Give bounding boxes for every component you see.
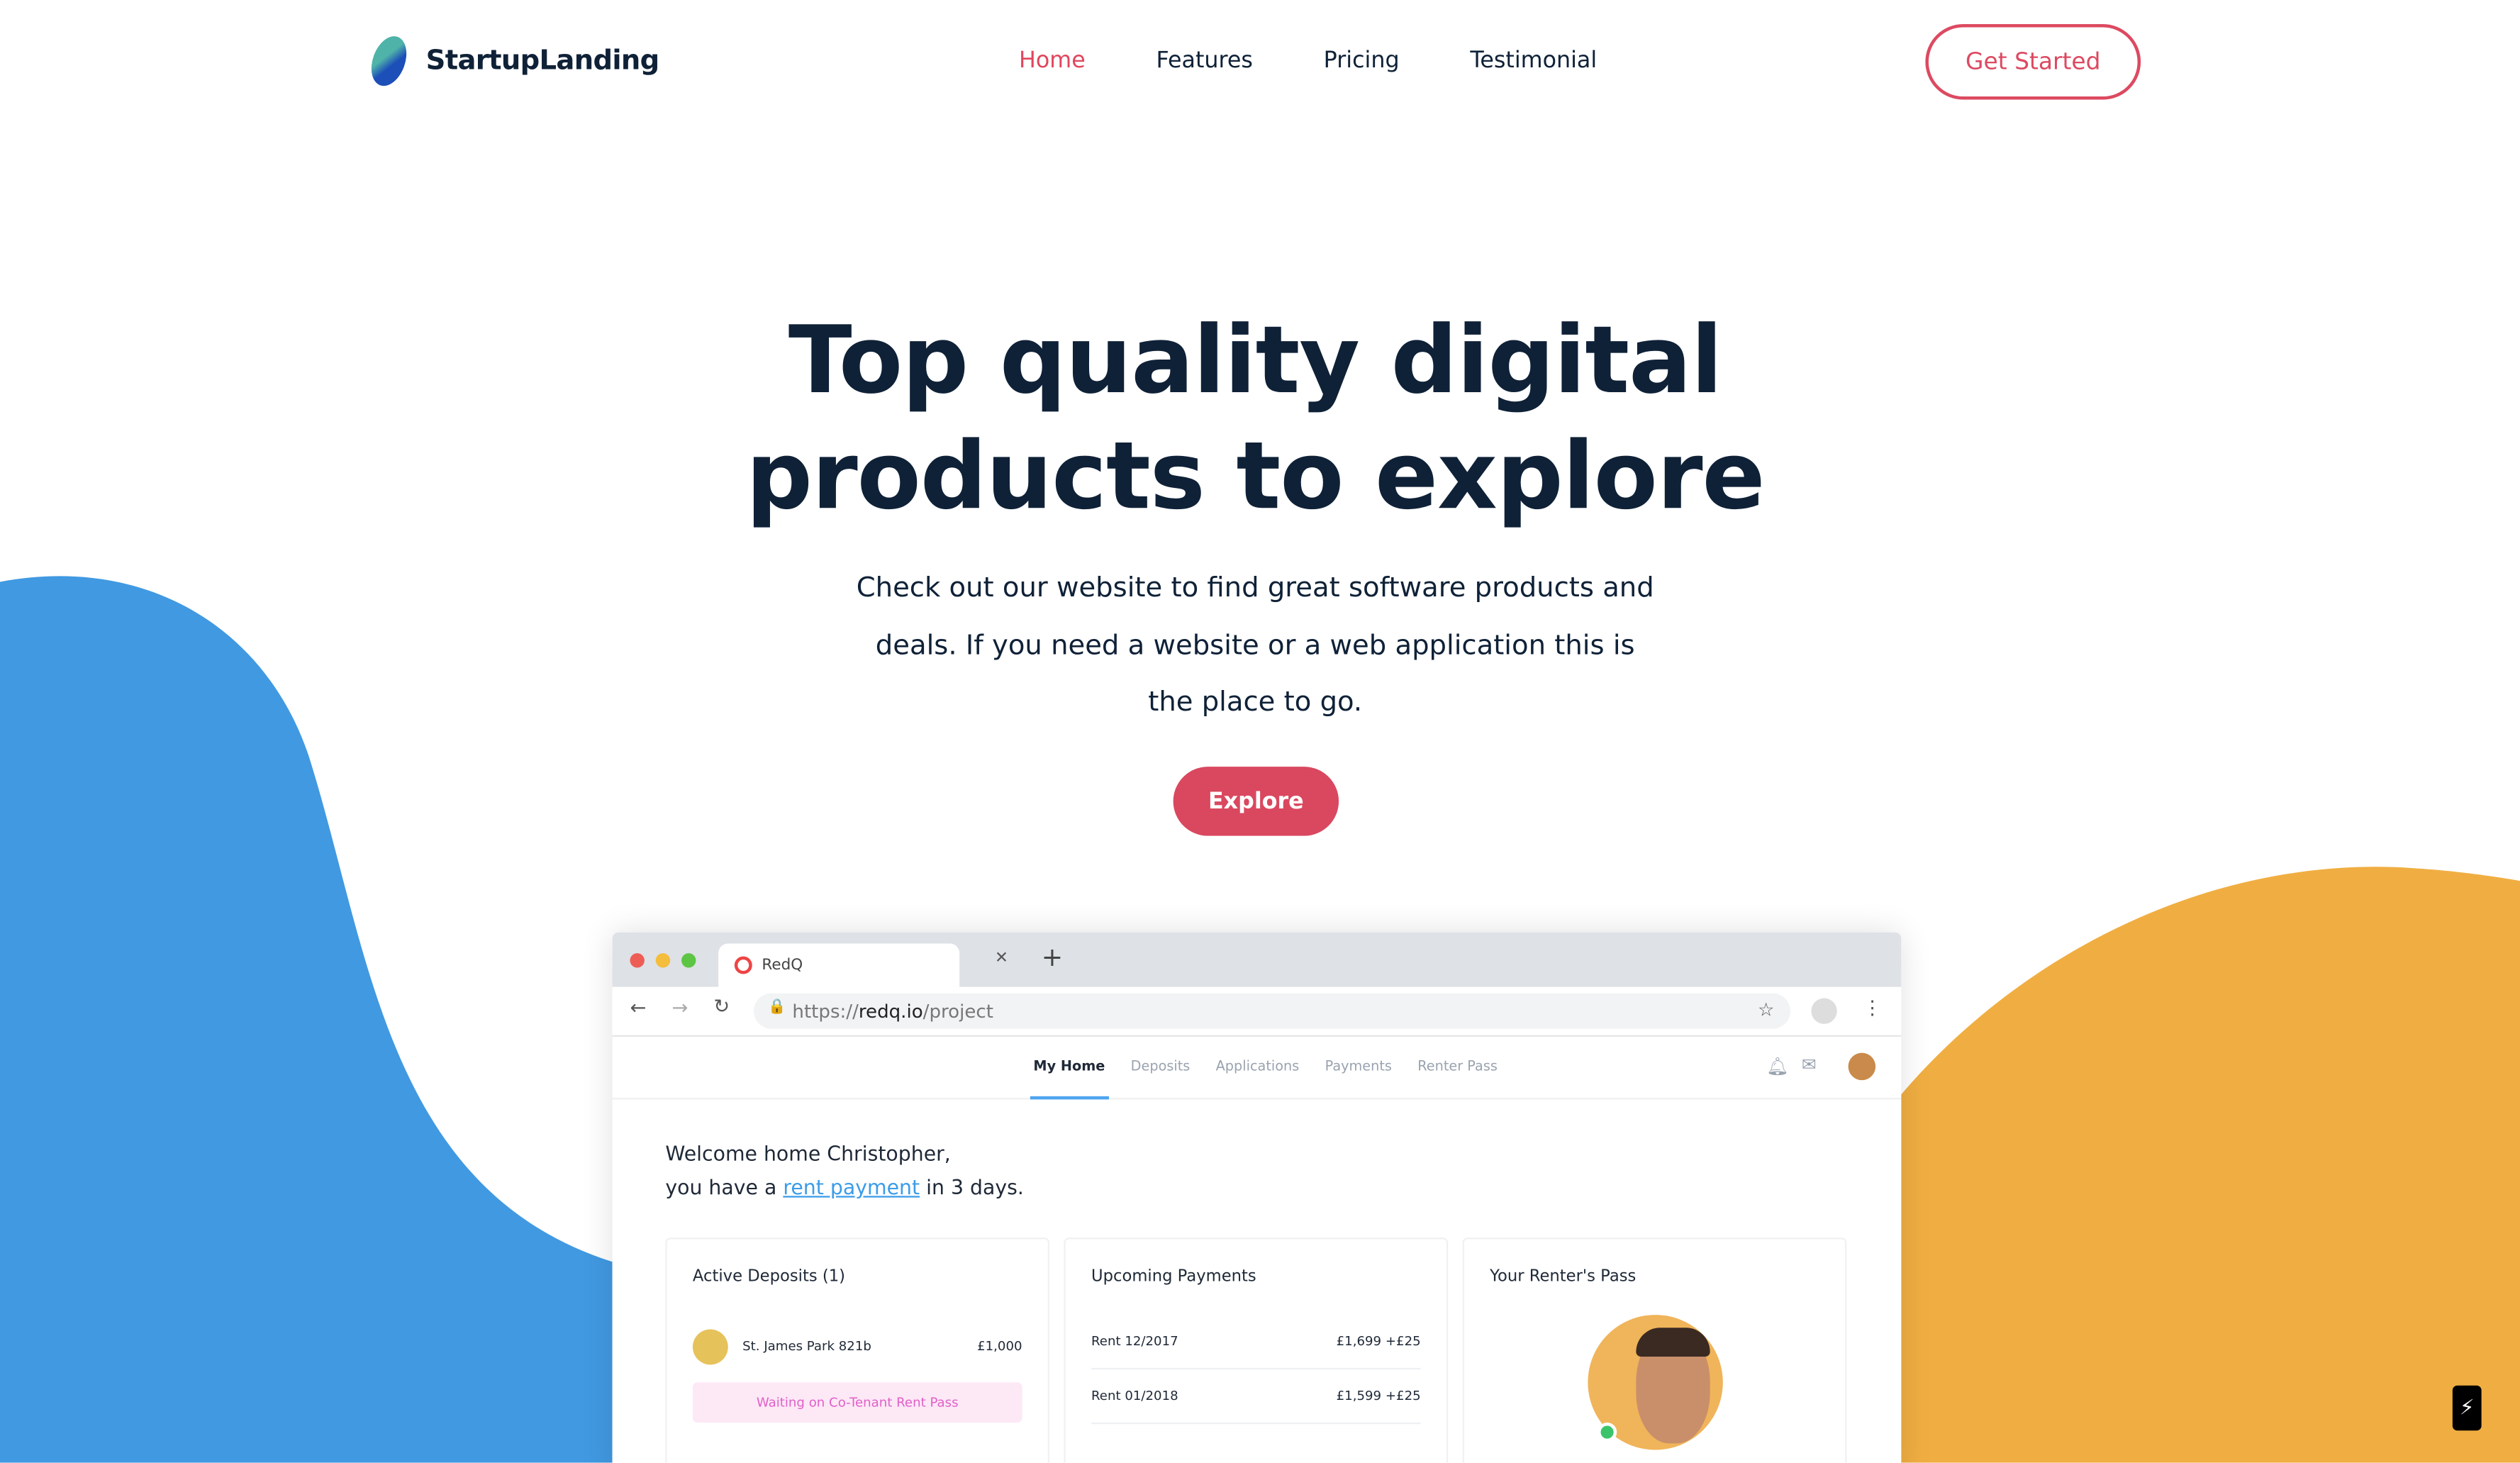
url-prefix: https://	[792, 999, 859, 1023]
app-tab-applications: Applications	[1215, 1059, 1300, 1076]
hero-title-line1: Top quality digital	[788, 305, 1723, 415]
bell-icon: 🔔︎	[1766, 1056, 1789, 1077]
card-title: Upcoming Payments	[1091, 1268, 1256, 1286]
address-bar-row: ← → ↻ 🔒 https://redq.io/project ☆ ⋮	[612, 986, 1902, 1037]
payment-label: Rent 12/2017	[1091, 1334, 1178, 1349]
get-started-button[interactable]: Get Started	[1925, 23, 2141, 100]
verified-check-icon	[1598, 1422, 1617, 1442]
active-deposits-card: Active Deposits (1) St. James Park 821b …	[665, 1237, 1050, 1463]
upcoming-payments-card: Upcoming Payments Rent 12/2017 £1,699 +£2…	[1064, 1237, 1449, 1463]
lightning-icon[interactable]: ⚡︎	[2452, 1385, 2482, 1431]
card-title: Active Deposits (1)	[692, 1268, 846, 1286]
maximize-dot-icon	[681, 953, 696, 968]
tab-bar: RedQ ✕ +	[612, 932, 1902, 987]
yellow-blob	[1900, 867, 2520, 1463]
explore-button[interactable]: Explore	[1173, 767, 1339, 836]
divider	[1091, 1422, 1421, 1425]
minimize-dot-icon	[655, 953, 671, 968]
app-tab-deposits: Deposits	[1130, 1059, 1191, 1076]
payment-amount: £1,699 +£25	[1336, 1334, 1421, 1349]
rent-payment-link: rent payment	[783, 1174, 920, 1199]
payment-label: Rent 01/2018	[1091, 1389, 1178, 1403]
nav-testimonial[interactable]: Testimonial	[1470, 48, 1597, 74]
tab-title: RedQ	[762, 956, 803, 974]
app-nav: My Home Deposits Applications Payments R…	[612, 1037, 1902, 1100]
property-name: St. James Park 821b	[742, 1339, 871, 1354]
renters-pass-card: Your Renter's Pass	[1462, 1237, 1847, 1463]
payment-row: Rent 01/2018 £1,599 +£25	[1091, 1389, 1421, 1403]
lock-icon: 🔒	[768, 999, 786, 1016]
welcome-message: Welcome home Christopher, you have a ren…	[665, 1136, 1023, 1203]
welcome-text: you have a	[665, 1174, 784, 1199]
nav-pricing[interactable]: Pricing	[1324, 48, 1400, 74]
browser-mockup: RedQ ✕ + ← → ↻ 🔒 https://redq.io/project…	[612, 932, 1902, 1463]
logo[interactable]: StartupLanding	[368, 34, 659, 89]
forward-icon: →	[671, 996, 688, 1020]
url-path: /project	[922, 999, 993, 1023]
avatar	[1848, 1052, 1876, 1081]
status-badge: Waiting on Co-Tenant Rent Pass	[692, 1382, 1022, 1423]
reload-icon: ↻	[713, 995, 730, 1018]
welcome-line: Welcome home Christopher,	[665, 1141, 951, 1166]
mail-icon: ✉	[1801, 1054, 1817, 1076]
app-tab-my-home: My Home	[1030, 1059, 1108, 1100]
blue-blob	[0, 576, 613, 1463]
deposit-amount: £1,000	[977, 1339, 1022, 1354]
nav-home[interactable]: Home	[1019, 48, 1086, 74]
url-field: 🔒 https://redq.io/project ☆	[754, 993, 1790, 1029]
browser-tab: RedQ	[718, 943, 960, 987]
app-tab-renter-pass: Renter Pass	[1417, 1059, 1498, 1076]
redq-logo-icon	[734, 956, 752, 974]
property-image	[692, 1329, 728, 1365]
hero-title-line2: products to explore	[745, 421, 1766, 530]
new-tab-icon: +	[1041, 942, 1064, 973]
profile-icon	[1811, 998, 1837, 1024]
url-host: redq.io	[858, 999, 923, 1023]
main-nav: Home Features Pricing Testimonial	[1019, 48, 1597, 74]
logo-text: StartupLanding	[425, 45, 660, 77]
tab-close-icon: ✕	[995, 950, 1009, 968]
menu-icon: ⋮	[1862, 996, 1883, 1020]
back-icon: ←	[630, 996, 647, 1020]
hero-title: Top quality digital products to explore	[0, 302, 2510, 533]
hero-subtitle: Check out our website to find great soft…	[856, 572, 1654, 719]
welcome-text-end: in 3 days.	[920, 1174, 1024, 1199]
landing-page: StartupLanding Home Features Pricing Tes…	[0, 0, 2520, 1463]
logo-icon	[371, 36, 407, 87]
payment-amount: £1,599 +£25	[1336, 1389, 1421, 1403]
app-tab-payments: Payments	[1325, 1059, 1392, 1076]
payment-row: Rent 12/2017 £1,699 +£25	[1091, 1334, 1421, 1348]
card-title: Your Renter's Pass	[1490, 1268, 1637, 1286]
close-dot-icon	[630, 953, 645, 968]
star-icon: ☆	[1757, 998, 1775, 1021]
divider	[1091, 1367, 1421, 1370]
nav-features[interactable]: Features	[1156, 48, 1252, 74]
